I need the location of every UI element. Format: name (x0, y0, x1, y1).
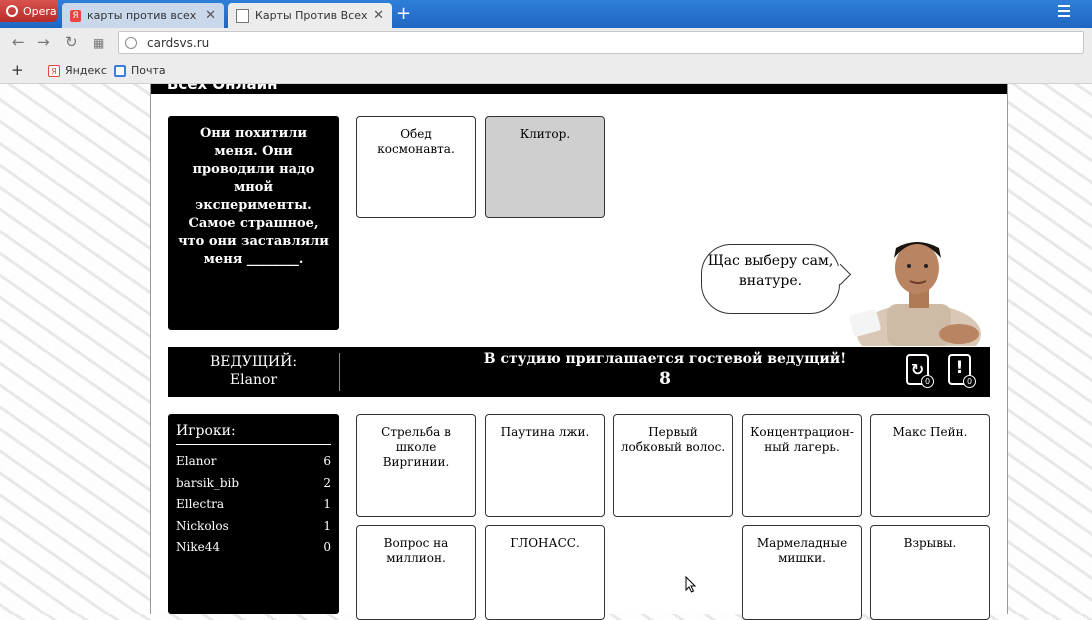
player-name: Nickolos (176, 518, 229, 533)
mouse-cursor-icon (685, 576, 696, 593)
hand-card[interactable]: Первый лобковый волос. (613, 414, 733, 517)
player-row: Ellectra 1 (176, 494, 331, 516)
hand-card[interactable]: Стрельба в школе Виргинии. (356, 414, 476, 517)
address-bar-row: ← → ↻ ▦ cardsvs.ru (0, 28, 1092, 58)
tab-title: Карты Против Всех Онлайн (255, 9, 368, 22)
card-text: Клитор. (519, 127, 571, 141)
refresh-count-badge: 0 (921, 375, 934, 388)
player-score: 1 (323, 518, 331, 533)
opera-menu-button[interactable]: Opera (0, 0, 58, 22)
site-logo: Всех Онлайн (167, 84, 278, 93)
exclamation-icon: ! (955, 358, 964, 378)
played-card-selected[interactable]: Клитор. (485, 116, 605, 218)
question-card: Они похитили меня. Они проводили надо мн… (168, 116, 339, 330)
host-label: ВЕДУЩИЙ: (209, 354, 298, 370)
browser-tab-bar: Opera Я карты против всех онлайн ✕ Карты… (0, 0, 1092, 28)
card-text: Вопрос на миллион. (383, 536, 449, 565)
speech-bubble: Щас выберу сам, внатуре. (701, 244, 840, 314)
tab-cardsvs[interactable]: Карты Против Всех Онлайн ✕ (228, 3, 392, 28)
add-bookmark-button[interactable]: + (11, 61, 24, 79)
yandex-favicon-icon: Я (70, 9, 82, 22)
page-favicon-icon (236, 8, 250, 23)
player-score: 6 (323, 454, 331, 468)
host-announcement: В студию приглашается гостевой ведущий! … (340, 349, 990, 389)
player-row: barsik_bib 2 (176, 473, 331, 495)
globe-icon (125, 36, 137, 49)
speed-dial-grid-icon[interactable]: ▦ (93, 36, 104, 50)
hand-card[interactable]: ГЛОНАСС. (485, 525, 605, 620)
player-row: Nickolos 1 (176, 516, 331, 538)
card-text: Стрельба в школе Виргинии. (381, 425, 451, 469)
bookmarks-bar: + Я Яндекс Почта (0, 58, 1092, 84)
report-count-badge: 0 (963, 375, 976, 388)
player-score: 0 (323, 540, 331, 554)
reload-icon[interactable]: ↻ (65, 33, 78, 51)
player-row: Nike44 0 (176, 537, 331, 559)
card-text: Концентрацион-ный лагерь. (750, 425, 854, 454)
round-timer: 8 (659, 369, 671, 389)
tab-title: карты против всех онлайн (87, 9, 199, 22)
card-text: Паутина лжи. (500, 425, 590, 439)
bookmark-pochta[interactable]: Почта (114, 64, 166, 77)
close-tab-icon[interactable]: ✕ (373, 8, 384, 23)
hand-card[interactable]: Концентрацион-ный лагерь. (742, 414, 862, 517)
player-name: Nike44 (176, 540, 220, 554)
players-panel: Игроки: Elanor 6 barsik_bib 2 Ellectra 1… (168, 414, 339, 614)
mail-icon (114, 64, 126, 77)
refresh-cards-button[interactable]: ↻ 0 (906, 354, 934, 388)
bookmark-yandex[interactable]: Я Яндекс (48, 64, 107, 77)
hand-card[interactable]: Мармеладные мишки. (742, 525, 862, 620)
players-title: Игроки: (176, 423, 331, 445)
player-name: barsik_bib (176, 475, 240, 490)
site-header: Всех Онлайн (151, 84, 1007, 94)
report-button[interactable]: ! 0 (948, 354, 976, 388)
url-field[interactable]: cardsvs.ru (118, 31, 1084, 54)
bookmark-label: Яндекс (65, 64, 107, 77)
card-text: Мармеладные мишки. (756, 536, 848, 565)
hand-card[interactable]: Вопрос на миллион. (356, 525, 476, 620)
opera-label: Opera (23, 4, 57, 18)
hand-card[interactable]: Паутина лжи. (485, 414, 605, 517)
speech-text: Щас выберу сам, внатуре. (707, 253, 834, 289)
host-bar: ВЕДУЩИЙ: Elanor В студию приглашается го… (168, 347, 990, 397)
card-text: Обед космонавта. (377, 127, 455, 156)
guest-host-photo (849, 242, 981, 346)
forward-arrow-icon[interactable]: → (37, 33, 50, 51)
hand-card[interactable]: Макс Пейн. (870, 414, 990, 517)
question-text: Они похитили меня. Они проводили надо мн… (178, 126, 329, 267)
player-row: Elanor 6 (176, 451, 331, 473)
close-tab-icon[interactable]: ✕ (205, 8, 216, 23)
hand-card[interactable]: Взрывы. (870, 525, 990, 620)
yandex-icon: Я (48, 64, 60, 77)
announcement-text: В студию приглашается гостевой ведущий! (483, 351, 847, 367)
player-name: Elanor (176, 454, 217, 468)
bookmark-label: Почта (131, 64, 166, 77)
card-text: Макс Пейн. (892, 425, 968, 439)
player-score: 1 (323, 497, 331, 511)
tab-search[interactable]: Я карты против всех онлайн ✕ (62, 3, 224, 28)
player-score: 2 (323, 475, 331, 490)
card-text: Первый лобковый волос. (620, 425, 726, 454)
url-text: cardsvs.ru (147, 35, 210, 50)
played-card[interactable]: Обед космонавта. (356, 116, 476, 218)
new-tab-button[interactable]: + (396, 3, 411, 24)
browser-menu-icon[interactable] (1058, 5, 1070, 17)
back-arrow-icon[interactable]: ← (12, 33, 25, 51)
host-name: Elanor (229, 372, 278, 388)
card-text: Взрывы. (903, 536, 957, 550)
game-page: Всех Онлайн Они похитили меня. Они прово… (150, 84, 1008, 620)
host-info: ВЕДУЩИЙ: Elanor (168, 353, 340, 391)
player-name: Ellectra (176, 497, 224, 511)
opera-logo-icon (6, 5, 18, 17)
card-text: ГЛОНАСС. (510, 536, 580, 550)
